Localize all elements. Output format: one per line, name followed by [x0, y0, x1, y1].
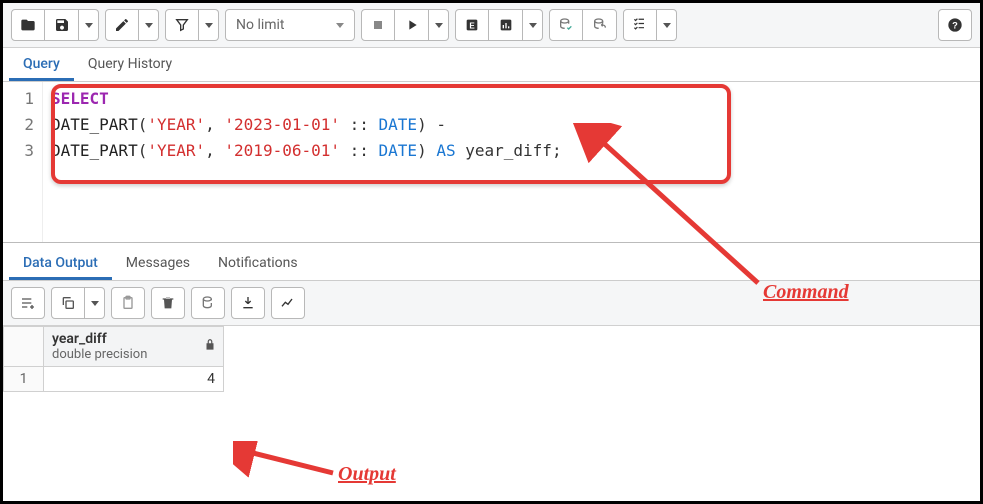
copy-group [51, 287, 105, 319]
chart-icon [498, 17, 514, 33]
copy-icon [60, 295, 76, 311]
svg-text:E: E [469, 21, 475, 30]
lock-icon [203, 338, 217, 356]
help-icon: ? [947, 17, 963, 33]
row-number: 1 [4, 367, 44, 392]
tab-history[interactable]: Query History [74, 48, 186, 81]
clipboard-icon [120, 295, 136, 311]
filter-dropdown[interactable] [199, 9, 219, 41]
limit-label: No limit [236, 17, 285, 33]
help-button[interactable]: ? [938, 9, 972, 41]
delete-button[interactable] [151, 287, 185, 319]
macros-button[interactable] [623, 9, 657, 41]
analyze-dropdown[interactable] [523, 9, 543, 41]
tab-messages[interactable]: Messages [112, 247, 204, 280]
chevron-down-icon [663, 23, 671, 28]
output-annotation: Output [338, 463, 396, 486]
macros-group [623, 9, 677, 41]
chevron-down-icon [145, 23, 153, 28]
download-icon [240, 295, 256, 311]
play-icon [404, 17, 420, 33]
fn-datepart: DATE_PART [51, 115, 138, 134]
commit-button[interactable] [549, 9, 583, 41]
file-group [11, 9, 99, 41]
open-button[interactable] [11, 9, 45, 41]
filter-button[interactable] [165, 9, 199, 41]
transaction-group [549, 9, 617, 41]
column-name: year_diff [52, 331, 107, 347]
column-header[interactable]: year_diff double precision [44, 327, 224, 367]
keyword-select: SELECT [51, 89, 109, 108]
sql-editor[interactable]: 1 2 3 SELECT DATE_PART('YEAR', '2023-01-… [3, 82, 980, 242]
rows-plus-icon [20, 295, 36, 311]
run-button[interactable] [395, 9, 429, 41]
analyze-button[interactable] [489, 9, 523, 41]
copy-dropdown[interactable] [85, 287, 105, 319]
rollback-button[interactable] [583, 9, 617, 41]
chevron-down-icon [91, 301, 99, 306]
chart-button[interactable] [271, 287, 305, 319]
stop-button[interactable] [361, 9, 395, 41]
list-check-icon [632, 17, 648, 33]
trash-icon [160, 295, 176, 311]
line-number: 1 [3, 86, 34, 112]
chevron-down-icon [85, 23, 93, 28]
line-number: 3 [3, 138, 34, 164]
chevron-down-icon [435, 23, 443, 28]
chevron-down-icon [205, 23, 213, 28]
run-dropdown[interactable] [429, 9, 449, 41]
output-tabs: Data Output Messages Notifications [3, 247, 980, 281]
limit-select[interactable]: No limit [225, 9, 355, 41]
splitter[interactable] [3, 242, 980, 243]
output-arrow [233, 441, 343, 481]
edit-group [105, 9, 159, 41]
macros-dropdown[interactable] [657, 9, 677, 41]
explain-button[interactable]: E [455, 9, 489, 41]
editor-tabs: Query Query History [3, 48, 980, 82]
result-grid: year_diff double precision 1 4 [3, 326, 224, 392]
pencil-icon [114, 17, 130, 33]
edit-button[interactable] [105, 9, 139, 41]
chevron-down-icon [529, 23, 537, 28]
explain-group: E [455, 9, 543, 41]
filter-icon [174, 17, 190, 33]
line-gutter: 1 2 3 [3, 82, 43, 242]
folder-icon [20, 17, 36, 33]
chevron-down-icon [336, 23, 344, 28]
download-button[interactable] [231, 287, 265, 319]
copy-button[interactable] [51, 287, 85, 319]
command-annotation: Command [763, 281, 849, 304]
column-type: double precision [52, 347, 215, 362]
tab-notifications[interactable]: Notifications [204, 247, 312, 280]
line-number: 2 [3, 112, 34, 138]
code-area[interactable]: SELECT DATE_PART('YEAR', '2023-01-01' ::… [43, 82, 980, 242]
db-check-icon [558, 17, 574, 33]
save-button[interactable] [45, 9, 79, 41]
exec-group [361, 9, 449, 41]
fn-datepart: DATE_PART [51, 141, 138, 160]
filter-group [165, 9, 219, 41]
cell-value[interactable]: 4 [44, 367, 224, 392]
tab-query[interactable]: Query [9, 48, 74, 81]
edit-dropdown[interactable] [139, 9, 159, 41]
explain-icon: E [464, 17, 480, 33]
db-save-icon [200, 295, 216, 311]
app-frame: No limit E [0, 0, 983, 504]
add-row-button[interactable] [11, 287, 45, 319]
save-icon [54, 17, 70, 33]
svg-text:?: ? [952, 20, 958, 30]
table-row[interactable]: 1 4 [4, 367, 224, 392]
line-chart-icon [280, 295, 296, 311]
tab-data-output[interactable]: Data Output [9, 247, 112, 280]
paste-button[interactable] [111, 287, 145, 319]
main-toolbar: No limit E [3, 3, 980, 48]
stop-icon [370, 17, 386, 33]
db-undo-icon [592, 17, 608, 33]
save-data-button[interactable] [191, 287, 225, 319]
save-dropdown[interactable] [79, 9, 99, 41]
corner-cell [4, 327, 44, 367]
